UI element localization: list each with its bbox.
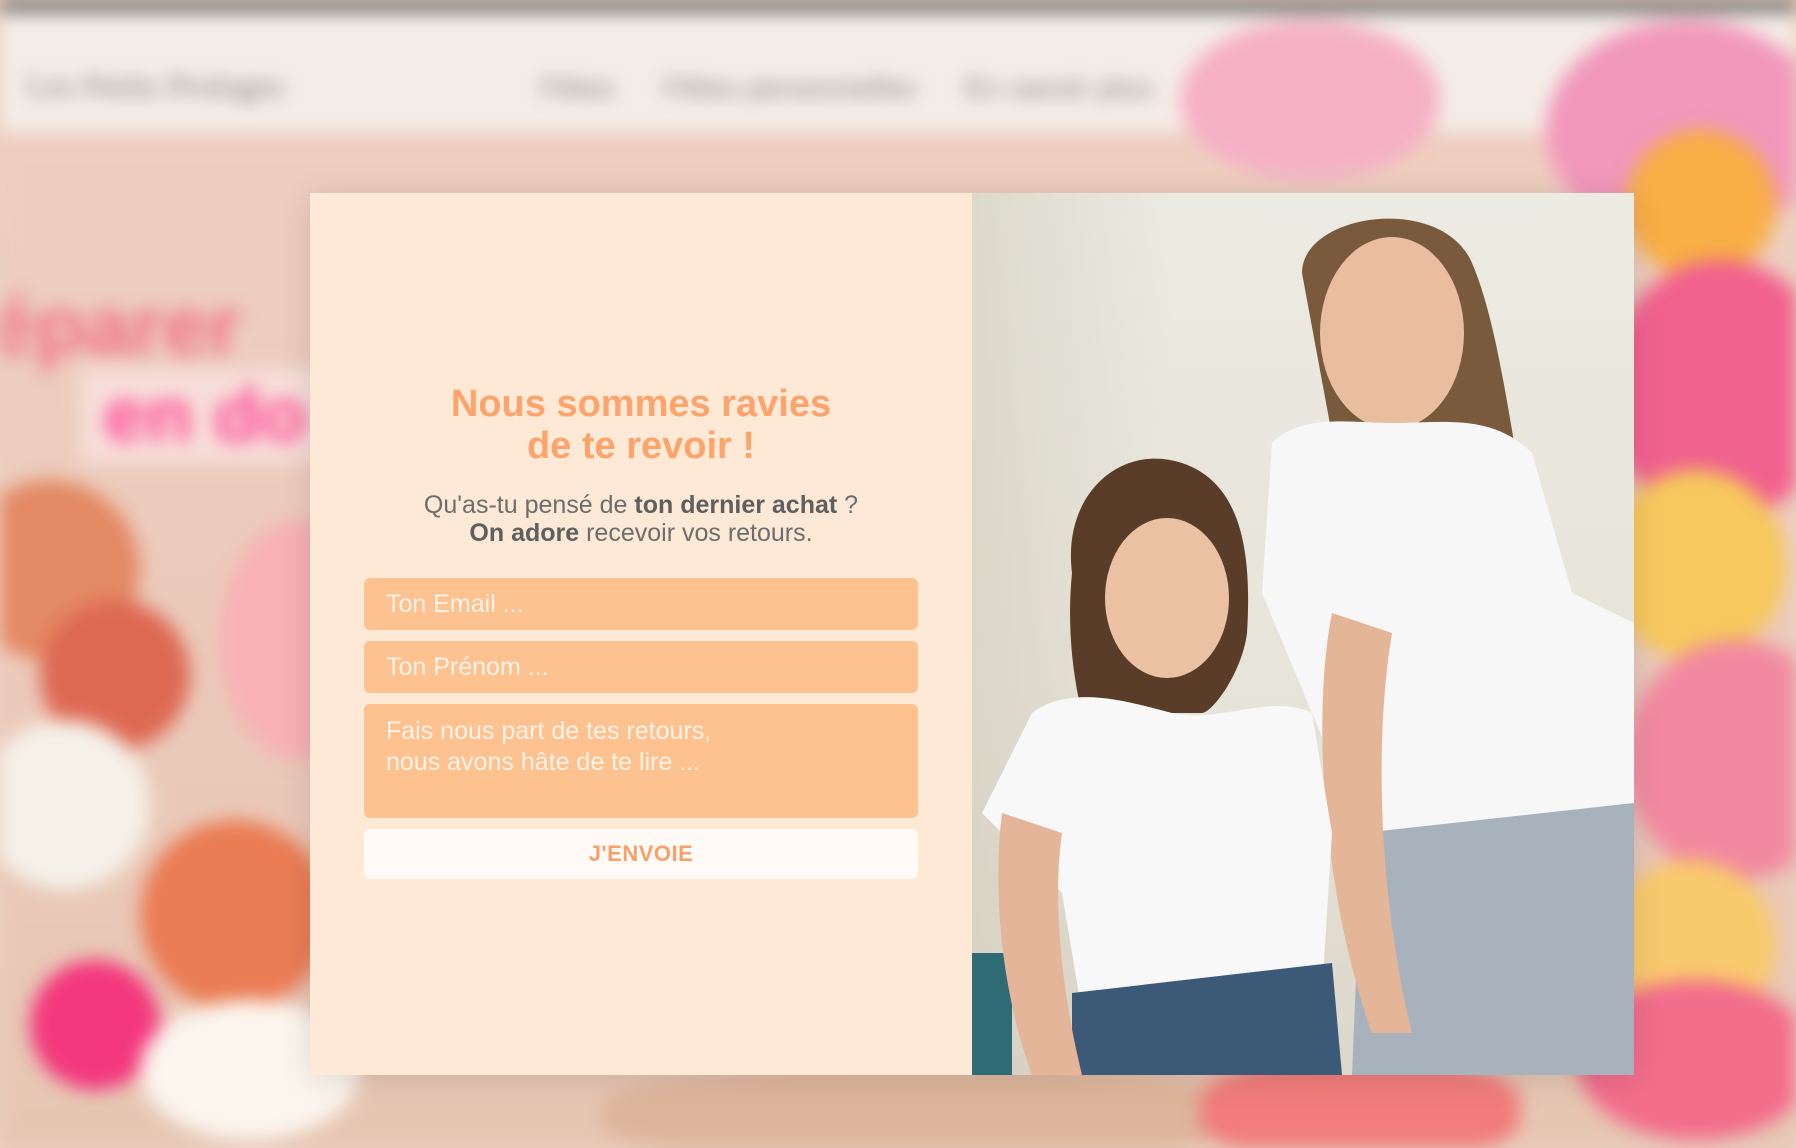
subtitle-bold: On adore	[469, 519, 580, 547]
subtitle-bold: ton dernier achat	[634, 491, 838, 519]
popup-subtitle: Qu'as-tu pensé de ton dernier achat ? On…	[310, 491, 972, 547]
first-name-field[interactable]	[364, 641, 918, 693]
subtitle-line1: Qu'as-tu pensé de ton dernier achat ?	[310, 491, 972, 519]
subtitle-line2: On adore recevoir vos retours.	[310, 519, 972, 547]
person-face	[1320, 237, 1464, 429]
popup-photo	[972, 193, 1634, 1075]
person-jeans	[1352, 803, 1634, 1075]
founders-photo	[972, 218, 1634, 1075]
popup-title-line1: Nous sommes ravies	[450, 383, 832, 425]
feedback-message-field[interactable]	[364, 704, 918, 818]
submit-button[interactable]: J'ENVOIE	[364, 829, 918, 879]
popup-title-line2: de te revoir !	[526, 425, 756, 467]
feedback-popup: Nous sommes ravies de te revoir ! Qu'as-…	[310, 193, 1634, 1075]
subtitle-text: recevoir vos retours.	[579, 519, 813, 547]
subtitle-text: Qu'as-tu pensé de	[423, 491, 635, 519]
popup-form-panel: Nous sommes ravies de te revoir ! Qu'as-…	[310, 193, 972, 1075]
subtitle-text: ?	[837, 491, 859, 519]
email-field[interactable]	[364, 578, 918, 630]
popup-title: Nous sommes ravies de te revoir !	[310, 383, 972, 467]
person-face	[1105, 518, 1229, 678]
